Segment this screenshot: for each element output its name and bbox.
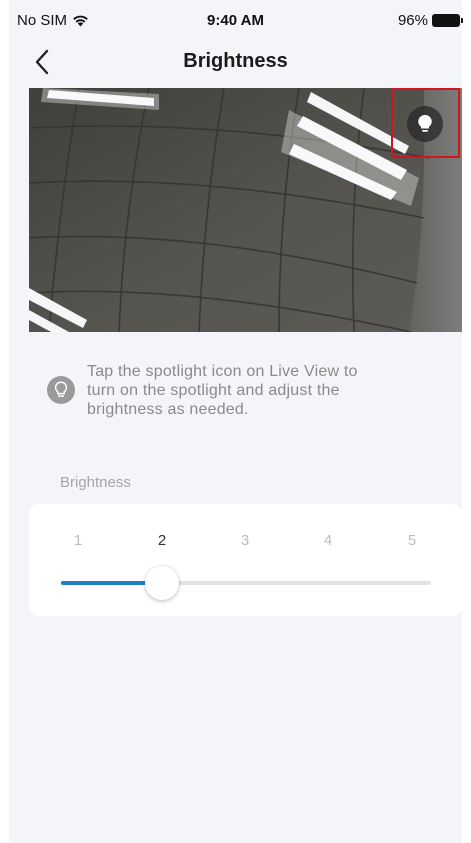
spotlight-button[interactable] — [407, 106, 443, 142]
brightness-levels: 1 2 3 4 5 — [29, 532, 462, 552]
status-time: 9:40 AM — [207, 12, 264, 29]
nav-bar: Brightness — [9, 40, 462, 86]
brightness-card: 1 2 3 4 5 — [29, 504, 462, 616]
brightness-section-label: Brightness — [60, 474, 131, 491]
brightness-slider-track[interactable] — [61, 581, 431, 585]
lightbulb-icon — [54, 381, 68, 397]
battery-indicator: 96% — [397, 12, 463, 29]
lightbulb-icon — [418, 114, 432, 132]
level-option-4[interactable]: 4 — [316, 532, 340, 549]
brightness-screen: No SIM 9:40 AM 96% Brightness Tap the sp… — [9, 0, 463, 843]
tip-line: turn on the spotlight and adjust the — [87, 382, 340, 399]
status-bar: No SIM 9:40 AM 96% — [9, 0, 463, 40]
battery-icon — [432, 14, 463, 27]
page-title: Brightness — [183, 50, 288, 72]
tip-lightbulb-icon — [47, 376, 75, 404]
level-option-2[interactable]: 2 — [150, 532, 174, 549]
tip-text: Tap the spotlight icon on Live View to t… — [87, 362, 358, 419]
spotlight-tip: Tap the spotlight icon on Live View to t… — [47, 362, 427, 419]
tip-line: Tap the spotlight icon on Live View to — [87, 363, 358, 380]
level-option-1[interactable]: 1 — [66, 532, 90, 549]
level-option-5[interactable]: 5 — [400, 532, 424, 549]
brightness-slider-thumb[interactable] — [144, 566, 179, 600]
level-option-3[interactable]: 3 — [233, 532, 257, 549]
spotlight-highlight — [391, 88, 460, 158]
live-view[interactable] — [29, 88, 462, 332]
tip-line: brightness as needed. — [87, 401, 249, 418]
battery-percent: 96% — [397, 12, 428, 29]
